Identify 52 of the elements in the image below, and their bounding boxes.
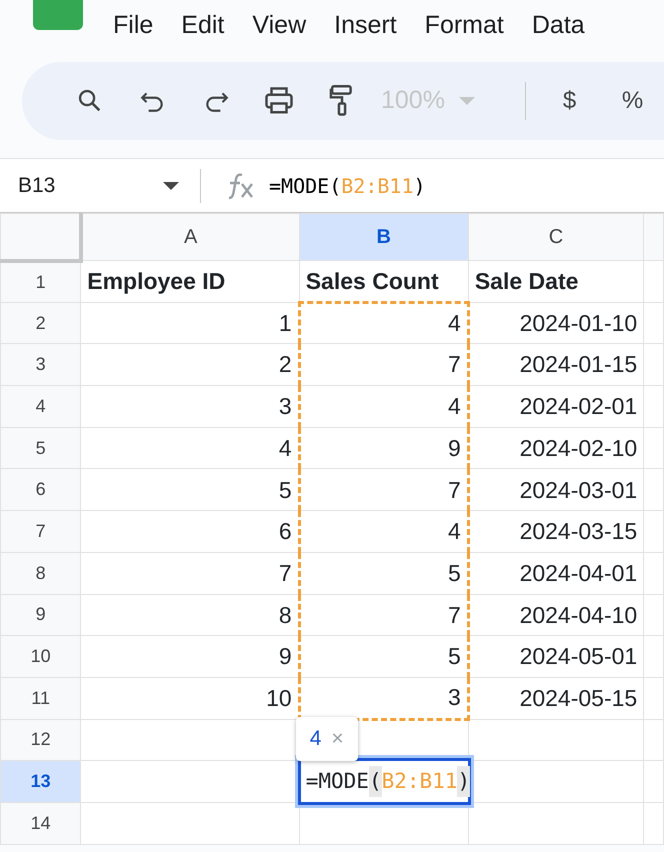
table-cell[interactable]: 7 [299, 468, 468, 511]
table-cell[interactable]: 2024-04-01 [468, 552, 644, 594]
column-header[interactable]: C [468, 214, 644, 260]
table-cell[interactable]: Sale Date [468, 260, 644, 302]
row-header[interactable]: 2 [0, 302, 81, 344]
row-header[interactable]: 13 [0, 760, 81, 802]
row-header[interactable]: 14 [0, 802, 81, 844]
table-cell[interactable]: 7 [299, 594, 468, 636]
table-cell[interactable]: 2024-01-15 [468, 344, 644, 386]
row-header[interactable]: 4 [0, 386, 81, 428]
row-header[interactable]: 8 [0, 552, 81, 594]
cell-editor[interactable]: =MODE(B2:B11) [298, 758, 471, 805]
row-header[interactable]: 12 [0, 719, 81, 761]
row-header[interactable]: 6 [0, 468, 81, 511]
caret-icon [162, 180, 180, 190]
menu-item[interactable]: Data [518, 12, 599, 38]
table-cell[interactable]: Employee ID [80, 260, 300, 302]
table-cell[interactable]: 5 [299, 636, 468, 678]
name-box[interactable]: B13 [0, 170, 200, 202]
table-cell[interactable]: 4 [299, 386, 468, 428]
table-cell[interactable]: 2024-02-10 [468, 427, 644, 469]
menu-item[interactable]: Insert [320, 12, 411, 38]
row-header[interactable]: 11 [0, 677, 81, 720]
menu-item[interactable]: Edit [167, 12, 238, 38]
caret-icon [456, 95, 477, 107]
row-header[interactable]: 10 [0, 636, 81, 678]
table-cell[interactable]: 2024-01-10 [468, 302, 644, 344]
table-cell[interactable]: 2024-04-10 [468, 594, 644, 636]
row-header[interactable]: 7 [0, 510, 81, 552]
row-header[interactable]: 5 [0, 427, 81, 469]
table-cell[interactable]: 2024-03-01 [468, 468, 644, 511]
table-cell[interactable]: 2024-03-15 [468, 510, 644, 552]
table-cell[interactable]: 4 [299, 302, 468, 344]
table-cell[interactable]: 4 [299, 510, 468, 552]
table-cell[interactable]: 2024-02-01 [468, 386, 644, 428]
table-cell[interactable]: 7 [299, 344, 468, 386]
table-cell[interactable]: 5 [299, 552, 468, 594]
menu-item[interactable]: Format [410, 12, 518, 38]
column-header[interactable]: B [299, 214, 468, 260]
column-header[interactable]: A [80, 214, 300, 260]
result-value: 4 [310, 726, 322, 752]
table-cell[interactable]: 2024-05-01 [468, 636, 644, 678]
menu-item[interactable]: File [99, 12, 168, 38]
row-header[interactable]: 1 [0, 260, 81, 302]
percent-button[interactable]: % [601, 79, 664, 123]
row-header[interactable]: 9 [0, 594, 81, 636]
table-cell[interactable]: 9 [299, 427, 468, 469]
currency-button[interactable]: $ [538, 79, 601, 123]
row-header[interactable]: 3 [0, 344, 81, 386]
formula-text[interactable]: =MODE(B2:B11) [269, 170, 426, 200]
table-cell[interactable]: 2024-05-15 [468, 677, 644, 720]
menu-item[interactable]: View [238, 12, 320, 38]
